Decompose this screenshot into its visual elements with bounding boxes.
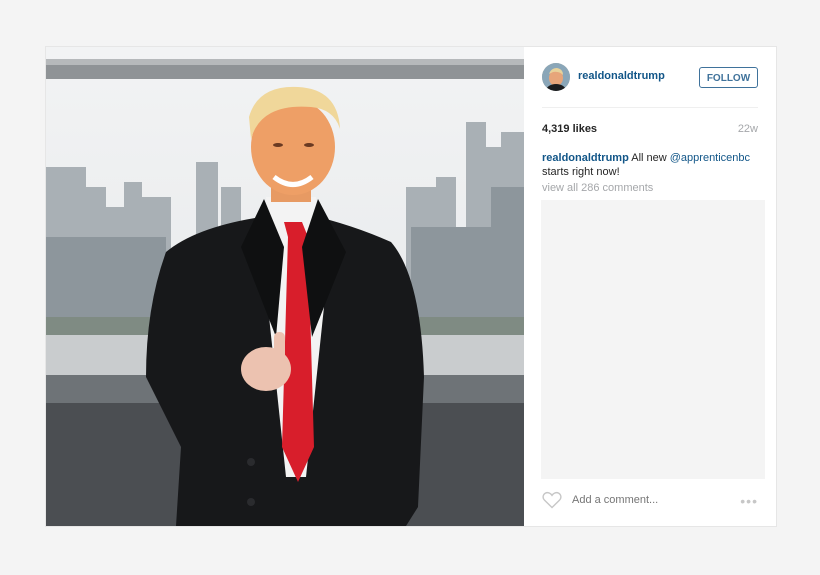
post-sidebar: realdonaldtrump FOLLOW 4,319 likes 22w r…	[524, 47, 776, 526]
comments-list	[541, 200, 765, 479]
author-username[interactable]: realdonaldtrump	[578, 70, 665, 82]
likes-count[interactable]: 4,319 likes	[542, 123, 597, 135]
comment-input[interactable]	[572, 494, 722, 506]
post-age: 22w	[737, 123, 758, 135]
view-all-comments-link[interactable]: view all 286 comments	[542, 182, 653, 194]
post-caption: realdonaldtrump All new @apprenticenbc s…	[542, 151, 754, 179]
post-card: realdonaldtrump FOLLOW 4,319 likes 22w r…	[45, 46, 777, 527]
more-options-icon[interactable]: •••	[740, 493, 758, 509]
caption-text-after: starts right now!	[542, 166, 620, 178]
post-photo[interactable]	[46, 47, 524, 526]
post-photo-image	[46, 47, 524, 526]
caption-username[interactable]: realdonaldtrump	[542, 152, 629, 164]
heart-icon[interactable]	[542, 491, 562, 509]
caption-text-before: All new	[628, 152, 670, 164]
caption-mention[interactable]: @apprenticenbc	[670, 152, 750, 164]
follow-button[interactable]: FOLLOW	[699, 67, 758, 88]
post-footer: •••	[542, 487, 758, 517]
profile-avatar-icon[interactable]	[542, 63, 570, 91]
post-header: realdonaldtrump FOLLOW	[542, 47, 758, 108]
